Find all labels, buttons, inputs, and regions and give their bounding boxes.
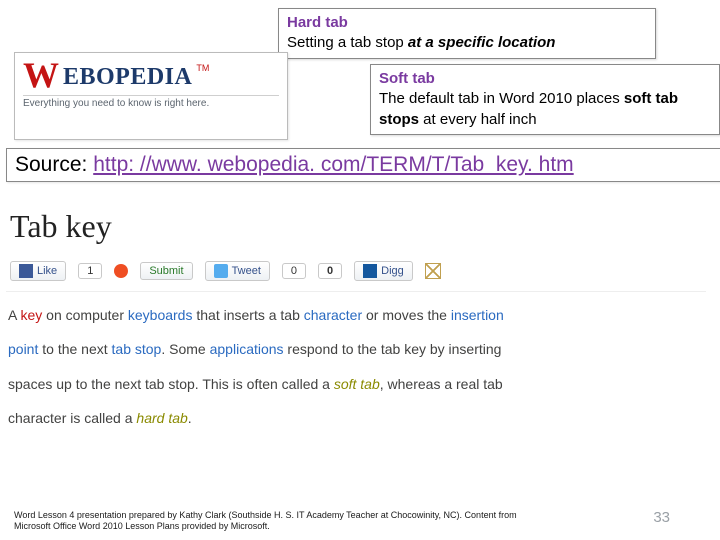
logo-letter-w: W bbox=[23, 59, 59, 91]
kw-character: character bbox=[304, 307, 362, 323]
kw-applications: applications bbox=[210, 341, 284, 357]
like-count: 1 bbox=[78, 263, 102, 279]
text: The default tab in Word 2010 places bbox=[379, 90, 624, 107]
callout-soft-tab: Soft tab The default tab in Word 2010 pl… bbox=[370, 64, 720, 135]
like-label: Like bbox=[37, 265, 57, 277]
email-icon[interactable] bbox=[425, 263, 441, 279]
callout-soft-body: The default tab in Word 2010 places soft… bbox=[379, 89, 711, 130]
digg-label: Digg bbox=[381, 265, 404, 277]
t: spaces up to the next tab stop. This is … bbox=[8, 376, 334, 392]
t: respond to the tab key by inserting bbox=[284, 341, 502, 357]
kw-tabstop: tab stop bbox=[112, 341, 162, 357]
submit-label: Submit bbox=[149, 265, 183, 277]
source-label: Source: bbox=[15, 153, 93, 176]
t: to the next bbox=[38, 341, 111, 357]
stumbleupon-icon[interactable] bbox=[114, 264, 128, 278]
tweet-label: Tweet bbox=[232, 265, 261, 277]
webopedia-logo: W EBOPEDIA TM Everything you need to kno… bbox=[14, 52, 288, 140]
t: . bbox=[188, 410, 192, 426]
digg-count: 0 bbox=[318, 263, 342, 279]
logo-trademark: TM bbox=[196, 63, 209, 73]
logo-row: W EBOPEDIA TM bbox=[23, 59, 279, 91]
logo-text: EBOPEDIA bbox=[63, 64, 192, 91]
text-emphasis: at a specific location bbox=[408, 34, 556, 51]
t: on computer bbox=[42, 307, 128, 323]
kw-key: key bbox=[20, 307, 42, 323]
twitter-icon bbox=[214, 264, 228, 278]
slide-number: 33 bbox=[653, 509, 670, 526]
digg-button[interactable]: Digg bbox=[354, 261, 413, 281]
share-row: Like 1 Submit Tweet 0 0 Digg bbox=[6, 257, 706, 292]
logo-tagline: Everything you need to know is right her… bbox=[23, 95, 279, 109]
kw-insertion: insertion bbox=[451, 307, 504, 323]
facebook-icon bbox=[19, 264, 33, 278]
callout-hard-tab: Hard tab Setting a tab stop at a specifi… bbox=[278, 8, 656, 59]
digg-icon bbox=[363, 264, 377, 278]
kw-softtab: soft tab bbox=[334, 376, 380, 392]
callout-hard-title: Hard tab bbox=[287, 13, 647, 33]
footer-attribution: Word Lesson 4 presentation prepared by K… bbox=[14, 510, 534, 533]
t: that inserts a tab bbox=[192, 307, 303, 323]
t: , whereas a real tab bbox=[380, 376, 503, 392]
source-box: Source: http: //www. webopedia. com/TERM… bbox=[6, 148, 720, 182]
kw-keyboards: keyboards bbox=[128, 307, 193, 323]
source-link[interactable]: http: //www. webopedia. com/TERM/T/Tab_k… bbox=[93, 153, 573, 176]
text: at every half inch bbox=[419, 111, 537, 128]
t: or moves the bbox=[362, 307, 451, 323]
submit-button[interactable]: Submit bbox=[140, 262, 192, 280]
facebook-like-button[interactable]: Like bbox=[10, 261, 66, 281]
tweet-count: 0 bbox=[282, 263, 306, 279]
article-heading: Tab key bbox=[10, 208, 702, 245]
tabkey-article: Tab key Like 1 Submit Tweet 0 0 Digg A k… bbox=[6, 200, 706, 435]
t: . Some bbox=[161, 341, 209, 357]
text: Setting a tab stop bbox=[287, 34, 408, 51]
kw-point: point bbox=[8, 341, 38, 357]
callout-soft-title: Soft tab bbox=[379, 69, 711, 89]
callout-hard-body: Setting a tab stop at a specific locatio… bbox=[287, 33, 647, 53]
t: character is called a bbox=[8, 410, 136, 426]
kw-hardtab: hard tab bbox=[136, 410, 187, 426]
tweet-button[interactable]: Tweet bbox=[205, 261, 270, 281]
t: A bbox=[8, 307, 20, 323]
definition-text: A key on computer keyboards that inserts… bbox=[8, 298, 704, 435]
